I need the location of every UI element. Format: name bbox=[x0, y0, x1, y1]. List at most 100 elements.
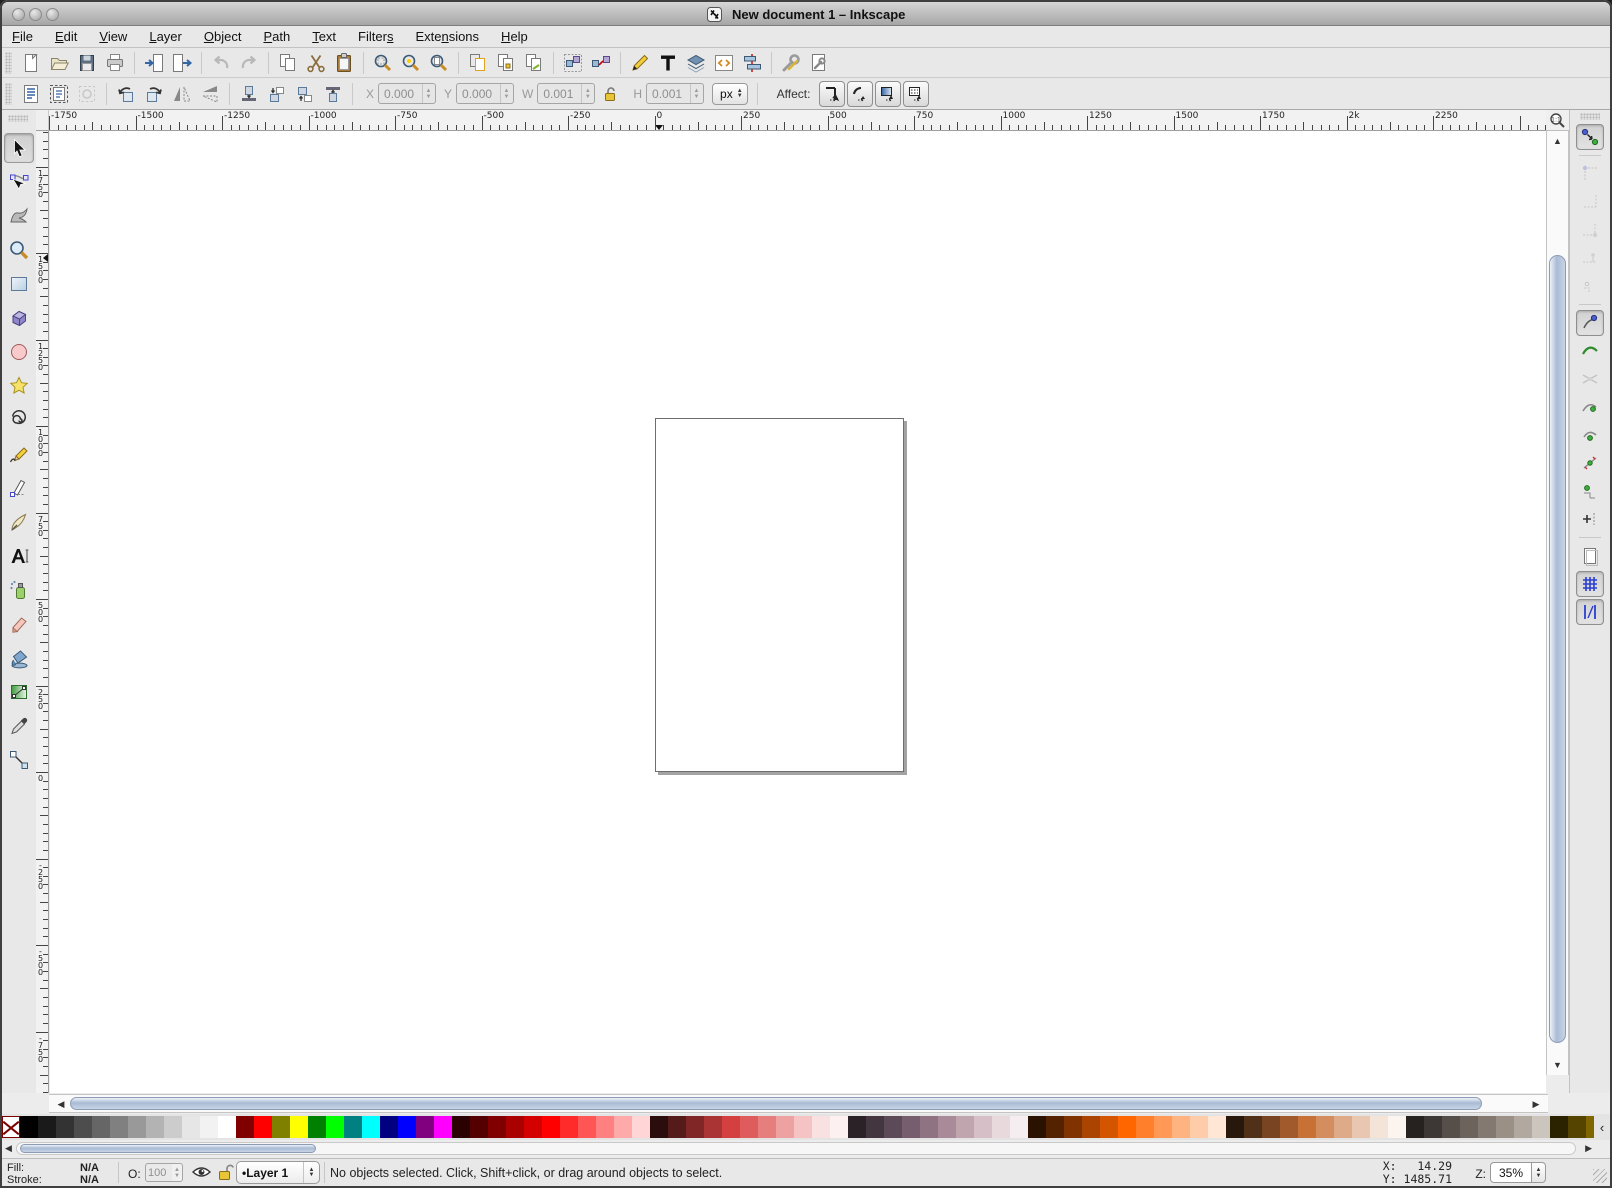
palette-swatch-37[interactable] bbox=[686, 1116, 704, 1138]
palette-swatch-69[interactable] bbox=[1262, 1116, 1280, 1138]
palette-swatch-42[interactable] bbox=[776, 1116, 794, 1138]
palette-swatch-26[interactable] bbox=[488, 1116, 506, 1138]
palette-swatch-16[interactable] bbox=[308, 1116, 326, 1138]
copy-button[interactable] bbox=[275, 50, 301, 76]
resize-grip[interactable] bbox=[1593, 1169, 1607, 1183]
palette-swatch-48[interactable] bbox=[884, 1116, 902, 1138]
align-and-distribute-button[interactable] bbox=[739, 50, 765, 76]
fill-and-stroke-button[interactable] bbox=[627, 50, 653, 76]
palette-swatch-40[interactable] bbox=[740, 1116, 758, 1138]
palette-swatch-76[interactable] bbox=[1388, 1116, 1406, 1138]
undo-button[interactable] bbox=[208, 50, 234, 76]
tool-rectangle[interactable] bbox=[4, 269, 34, 299]
snap-smooth-nodes-toggle[interactable] bbox=[1576, 422, 1604, 448]
tool-spray[interactable] bbox=[4, 575, 34, 605]
flip-vertical-button[interactable] bbox=[197, 81, 223, 107]
palette-swatch-17[interactable] bbox=[326, 1116, 344, 1138]
palette-swatch-82[interactable] bbox=[1496, 1116, 1514, 1138]
palette-swatch-31[interactable] bbox=[578, 1116, 596, 1138]
palette-swatch-23[interactable] bbox=[434, 1116, 452, 1138]
palette-swatch-52[interactable] bbox=[956, 1116, 974, 1138]
select-all-layers-button[interactable] bbox=[46, 81, 72, 107]
zoom-spinner[interactable]: ▲▼ bbox=[1532, 1162, 1546, 1183]
scroll-down-arrow[interactable]: ▼ bbox=[1547, 1060, 1568, 1070]
snap-grid-toggle[interactable] bbox=[1576, 571, 1604, 597]
rotate-cw-button[interactable] bbox=[141, 81, 167, 107]
raise-to-top-button[interactable] bbox=[320, 81, 346, 107]
rotate-ccw-button[interactable] bbox=[113, 81, 139, 107]
save-document-button[interactable] bbox=[74, 50, 100, 76]
palette-swatch-87[interactable] bbox=[1586, 1116, 1594, 1138]
zoom-to-drawing-button[interactable] bbox=[398, 50, 424, 76]
palette-swatch-34[interactable] bbox=[632, 1116, 650, 1138]
tool-connector[interactable] bbox=[4, 745, 34, 775]
palette-swatch-72[interactable] bbox=[1316, 1116, 1334, 1138]
sticky-zoom-toggle[interactable]: 1:1 bbox=[1546, 110, 1569, 131]
palette-swatch-32[interactable] bbox=[596, 1116, 614, 1138]
palette-swatch-49[interactable] bbox=[902, 1116, 920, 1138]
palette-swatch-12[interactable] bbox=[236, 1116, 254, 1138]
palette-swatch-81[interactable] bbox=[1478, 1116, 1496, 1138]
document-properties-button[interactable] bbox=[806, 50, 832, 76]
layers-button[interactable] bbox=[683, 50, 709, 76]
horizontal-scroll-thumb[interactable] bbox=[70, 1097, 1482, 1110]
scroll-left-arrow[interactable]: ◀ bbox=[55, 1099, 67, 1110]
unlink-clone-button[interactable] bbox=[521, 50, 547, 76]
palette-swatch-73[interactable] bbox=[1334, 1116, 1352, 1138]
flip-horizontal-button[interactable] bbox=[169, 81, 195, 107]
palette-swatch-1[interactable] bbox=[38, 1116, 56, 1138]
tool-dropper[interactable] bbox=[4, 711, 34, 741]
palette-swatch-8[interactable] bbox=[164, 1116, 182, 1138]
export-button[interactable] bbox=[169, 50, 195, 76]
palette-swatch-71[interactable] bbox=[1298, 1116, 1316, 1138]
snap-to-paths-toggle[interactable] bbox=[1576, 338, 1604, 364]
menu-view[interactable]: View bbox=[88, 27, 138, 46]
snap-path-intersections-toggle[interactable] bbox=[1576, 366, 1604, 392]
palette-swatch-68[interactable] bbox=[1244, 1116, 1262, 1138]
palette-swatch-4[interactable] bbox=[92, 1116, 110, 1138]
paste-button[interactable] bbox=[331, 50, 357, 76]
print-button[interactable] bbox=[102, 50, 128, 76]
tool-node-editor[interactable] bbox=[4, 167, 34, 197]
palette-swatch-13[interactable] bbox=[254, 1116, 272, 1138]
palette-swatch-46[interactable] bbox=[848, 1116, 866, 1138]
palette-swatch-43[interactable] bbox=[794, 1116, 812, 1138]
scroll-up-arrow[interactable]: ▲ bbox=[1547, 136, 1568, 146]
tool-text[interactable] bbox=[4, 541, 34, 571]
layer-select[interactable]: •Layer 1 ▲▼ bbox=[236, 1161, 320, 1184]
snap-page-border-toggle[interactable] bbox=[1576, 543, 1604, 569]
palette-swatch-7[interactable] bbox=[146, 1116, 164, 1138]
palette-swatch-67[interactable] bbox=[1226, 1116, 1244, 1138]
palette-swatch-33[interactable] bbox=[614, 1116, 632, 1138]
palette-swatch-59[interactable] bbox=[1082, 1116, 1100, 1138]
palette-swatch-38[interactable] bbox=[704, 1116, 722, 1138]
palette-swatch-29[interactable] bbox=[542, 1116, 560, 1138]
palette-swatch-24[interactable] bbox=[452, 1116, 470, 1138]
group-button[interactable] bbox=[560, 50, 586, 76]
title-bar[interactable]: New document 1 – Inkscape bbox=[2, 2, 1610, 26]
palette-swatch-10[interactable] bbox=[200, 1116, 218, 1138]
zoom-to-selection-button[interactable] bbox=[370, 50, 396, 76]
move-patterns-toggle[interactable] bbox=[903, 81, 929, 107]
palette-swatch-77[interactable] bbox=[1406, 1116, 1424, 1138]
palette-swatch-84[interactable] bbox=[1532, 1116, 1550, 1138]
palette-swatch-66[interactable] bbox=[1208, 1116, 1226, 1138]
lock-ratio-toggle[interactable] bbox=[597, 81, 623, 107]
canvas[interactable] bbox=[50, 131, 1546, 1093]
palette-swatch-25[interactable] bbox=[470, 1116, 488, 1138]
palette-swatch-36[interactable] bbox=[668, 1116, 686, 1138]
snap-guides-toggle[interactable] bbox=[1576, 599, 1604, 625]
palette-swatch-15[interactable] bbox=[290, 1116, 308, 1138]
zoom-field[interactable]: ▲▼ bbox=[1490, 1162, 1546, 1183]
palette-swatch-6[interactable] bbox=[128, 1116, 146, 1138]
palette-swatch-18[interactable] bbox=[344, 1116, 362, 1138]
menu-path[interactable]: Path bbox=[252, 27, 301, 46]
palette-swatch-5[interactable] bbox=[110, 1116, 128, 1138]
fill-value[interactable]: N/A bbox=[80, 1162, 99, 1174]
palette-swatch-83[interactable] bbox=[1514, 1116, 1532, 1138]
toolbox-grip[interactable] bbox=[8, 115, 28, 122]
scale-corners-toggle[interactable] bbox=[847, 81, 873, 107]
palette-swatch-47[interactable] bbox=[866, 1116, 884, 1138]
snapbar-grip[interactable] bbox=[1580, 113, 1600, 120]
tool-3d-box[interactable] bbox=[4, 303, 34, 333]
